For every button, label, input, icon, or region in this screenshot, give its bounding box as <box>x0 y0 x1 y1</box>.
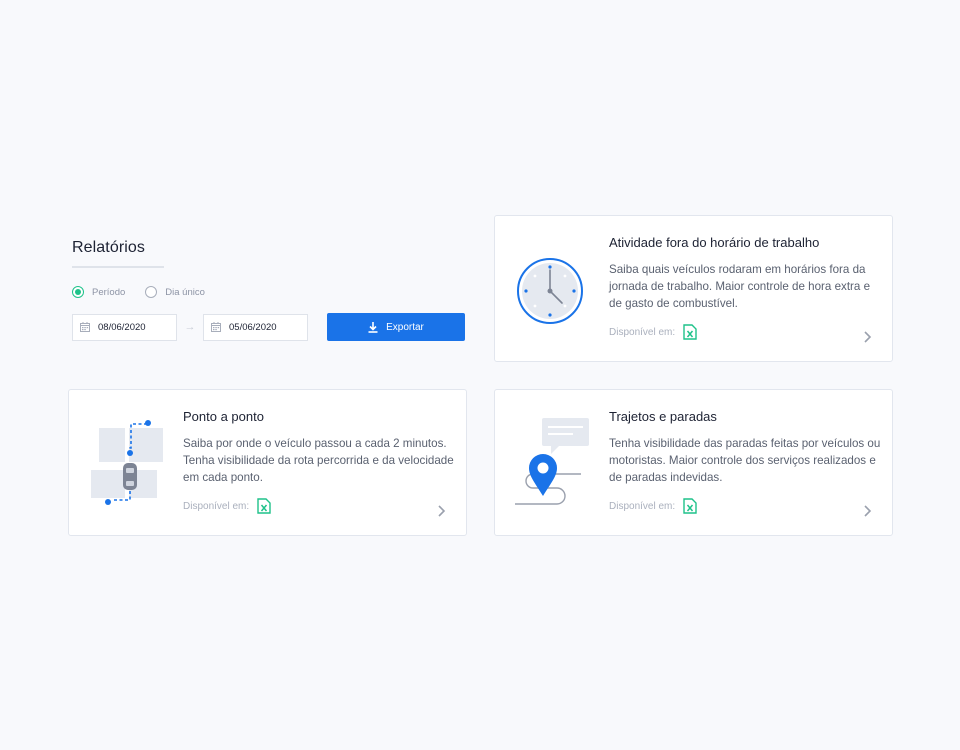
map-pin-illustration <box>515 418 589 505</box>
reports-panel: Relatórios Período Dia único 08/06/2020 … <box>72 226 467 341</box>
available-in: Disponível em: <box>609 324 697 340</box>
page-title: Relatórios <box>72 239 146 256</box>
available-label: Disponível em: <box>609 326 676 338</box>
radio-single-day-label: Dia único <box>165 286 205 298</box>
card-title: Ponto a ponto <box>183 409 264 424</box>
radio-period-indicator[interactable] <box>72 286 84 298</box>
calendar-icon <box>211 322 221 332</box>
excel-icon[interactable] <box>683 324 697 340</box>
radio-period[interactable]: Período <box>72 286 125 298</box>
start-date-field[interactable]: 08/06/2020 <box>72 313 177 341</box>
title-underline <box>72 266 164 268</box>
export-button[interactable]: Exportar <box>327 313 465 341</box>
route-illustration <box>91 420 163 505</box>
available-in: Disponível em: <box>183 498 271 514</box>
date-range-row: 08/06/2020 → 05/06/2020 Exportar <box>72 313 467 341</box>
radio-single-day[interactable]: Dia único <box>145 286 205 298</box>
chevron-right-icon[interactable] <box>862 330 872 344</box>
card-description: Saiba quais veículos rodaram em horários… <box>609 263 871 310</box>
start-date-value: 08/06/2020 <box>98 321 146 333</box>
card-title: Atividade fora do horário de trabalho <box>609 235 820 250</box>
available-label: Disponível em: <box>183 500 250 512</box>
card-title: Trajetos e paradas <box>609 409 717 424</box>
excel-icon[interactable] <box>257 498 271 514</box>
calendar-icon <box>80 322 90 332</box>
chevron-right-icon[interactable] <box>862 504 872 518</box>
clock-illustration <box>517 258 583 324</box>
chevron-right-icon[interactable] <box>436 504 446 518</box>
card-description: Tenha visibilidade das paradas feitas po… <box>609 437 881 484</box>
arrow-right-icon: → <box>184 321 196 333</box>
radio-period-label: Período <box>92 286 126 298</box>
report-card-routes-stops[interactable]: Trajetos e paradas Tenha visibilidade da… <box>494 389 893 536</box>
report-card-point-to-point[interactable]: Ponto a ponto Saiba por onde o veículo p… <box>68 389 467 536</box>
available-label: Disponível em: <box>609 500 676 512</box>
period-radio-group: Período Dia único <box>72 286 467 298</box>
end-date-field[interactable]: 05/06/2020 <box>203 313 308 341</box>
available-in: Disponível em: <box>609 498 697 514</box>
excel-icon[interactable] <box>683 498 697 514</box>
end-date-value: 05/06/2020 <box>229 321 277 333</box>
export-label: Exportar <box>386 321 424 333</box>
card-description: Saiba por onde o veículo passou a cada 2… <box>183 437 454 484</box>
radio-single-day-indicator[interactable] <box>145 286 158 298</box>
download-icon <box>368 321 378 333</box>
report-card-after-hours[interactable]: Atividade fora do horário de trabalho Sa… <box>494 215 893 362</box>
